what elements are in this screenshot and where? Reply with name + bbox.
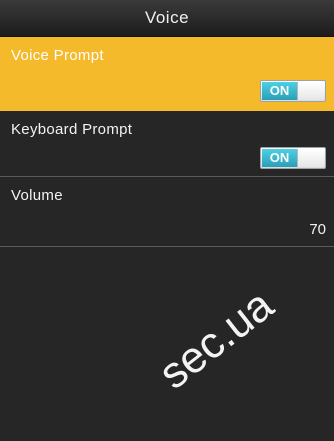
toggle-knob xyxy=(297,82,324,100)
volume-value: 70 xyxy=(309,221,326,238)
setting-row-volume[interactable]: Volume 70 xyxy=(0,177,334,247)
title-bar: Voice xyxy=(0,0,334,37)
watermark-text: sec.ua xyxy=(150,280,283,399)
toggle-state-label: ON xyxy=(262,149,297,167)
toggle-state-label: ON xyxy=(262,82,297,100)
setting-label: Voice Prompt xyxy=(11,47,104,64)
setting-row-keyboard-prompt[interactable]: Keyboard Prompt ON xyxy=(0,111,334,177)
setting-row-voice-prompt[interactable]: Voice Prompt ON xyxy=(0,37,334,111)
setting-label: Volume xyxy=(11,187,63,204)
voice-prompt-toggle[interactable]: ON xyxy=(260,80,326,102)
voice-settings-screen: Voice Voice Prompt ON Keyboard Prompt ON… xyxy=(0,0,334,441)
setting-label: Keyboard Prompt xyxy=(11,121,133,138)
page-title: Voice xyxy=(144,8,190,27)
toggle-knob xyxy=(297,149,324,167)
keyboard-prompt-toggle[interactable]: ON xyxy=(260,147,326,169)
